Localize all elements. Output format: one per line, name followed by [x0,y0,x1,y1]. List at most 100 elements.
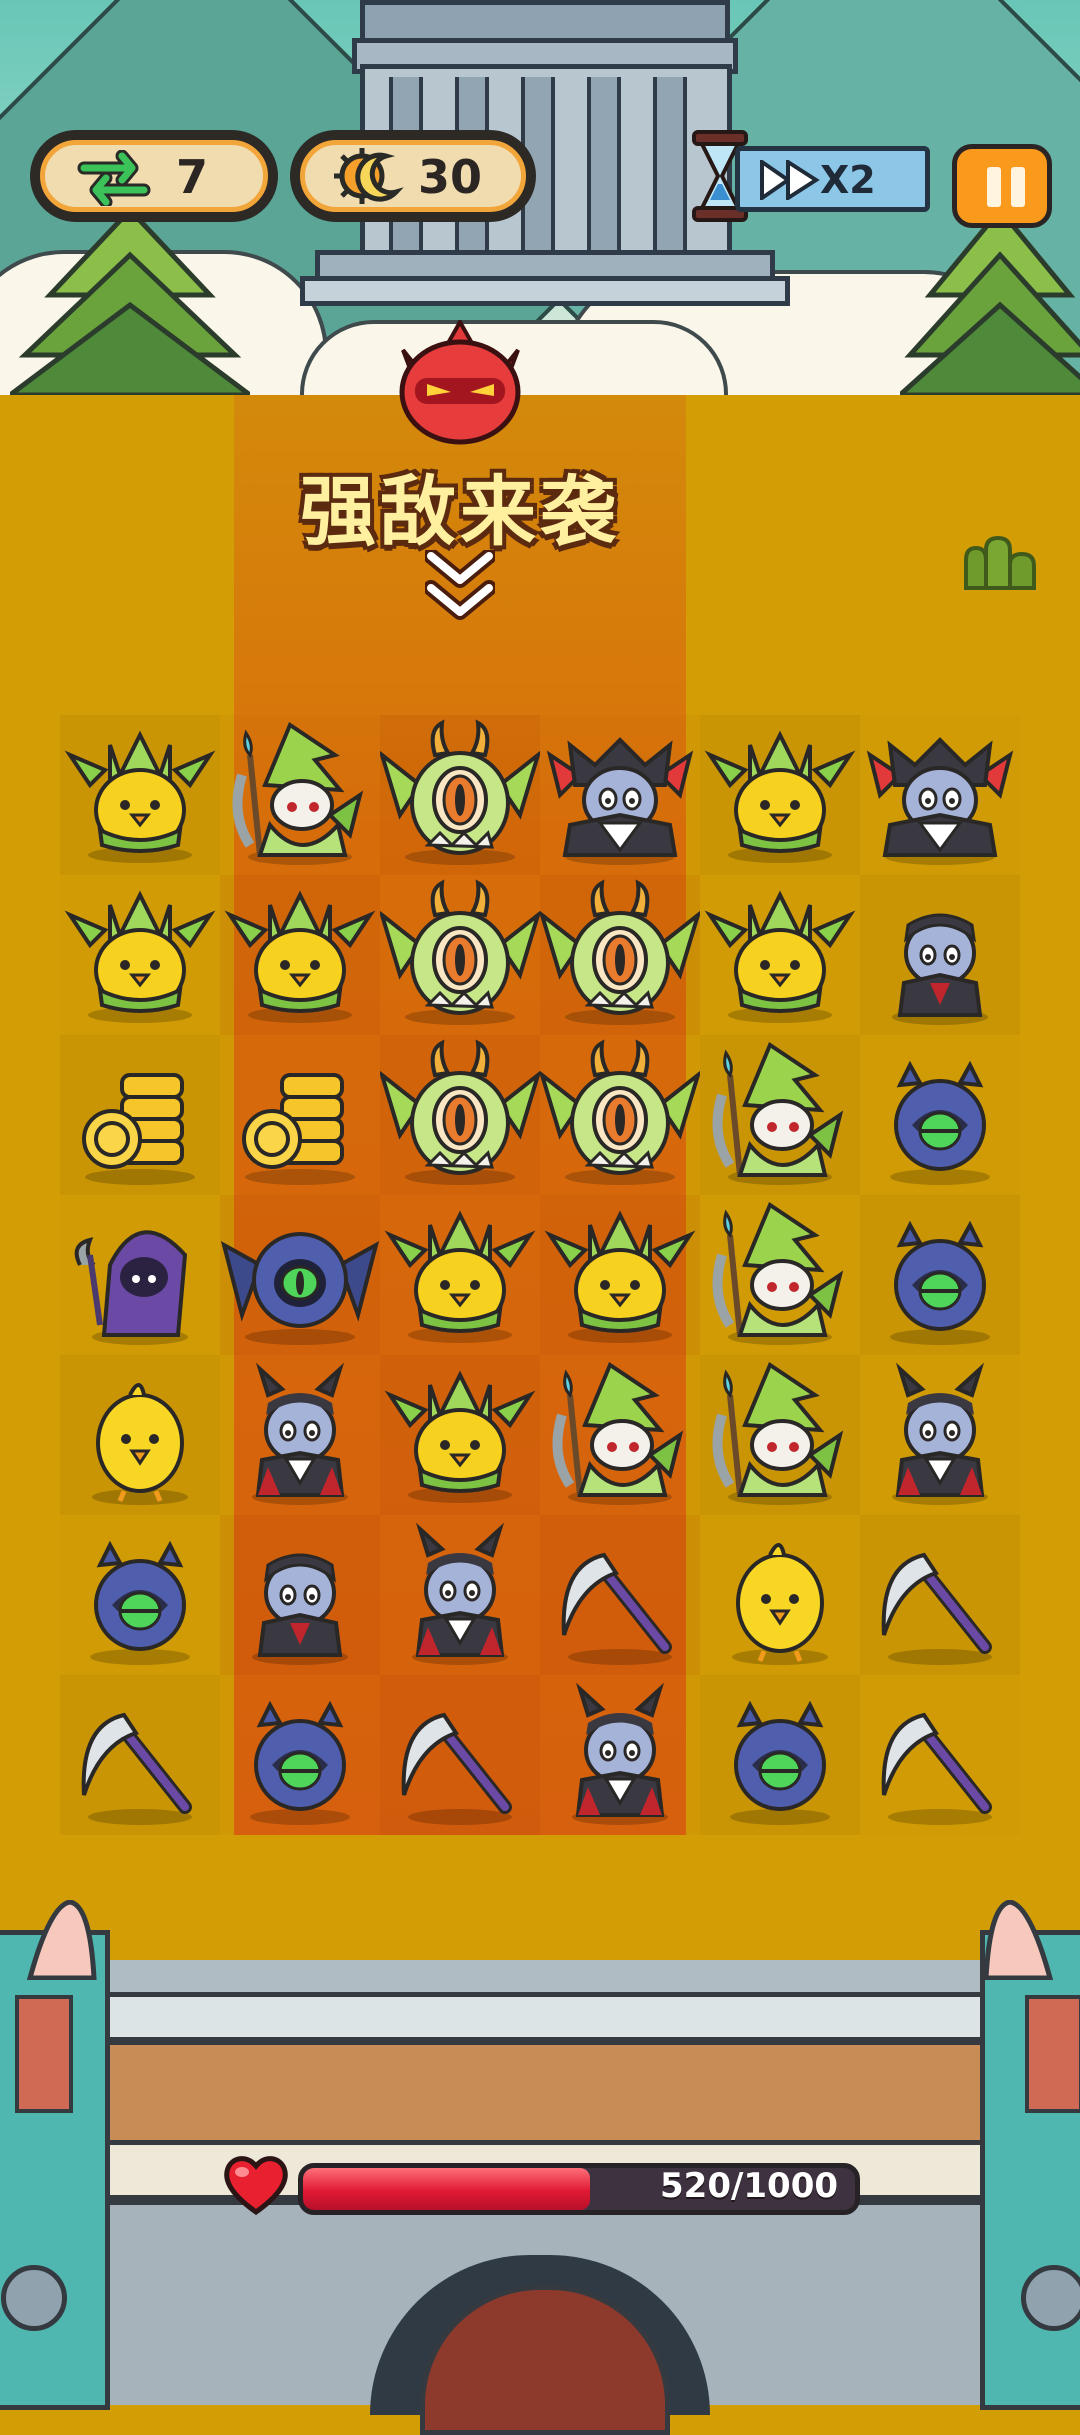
scythe-icon [561,1552,672,1665]
board-cell[interactable] [700,1035,860,1195]
board-cell[interactable] [220,1035,380,1195]
board-cell[interactable] [220,1675,380,1835]
board-cell[interactable] [860,1515,1020,1675]
board-cell[interactable] [60,875,220,1035]
board-cell[interactable] [60,1195,220,1355]
board-cell[interactable] [380,1035,540,1195]
blob-icon [730,1700,830,1825]
board-cell[interactable] [220,875,380,1035]
board-cell[interactable] [60,1035,220,1195]
board-cell[interactable] [700,1355,860,1515]
leaf-chick-icon [704,730,856,863]
wizard-icon [712,1361,844,1505]
chick-icon [92,1383,188,1505]
blob-icon [890,1060,990,1185]
swap-arrows-icon [77,150,151,206]
board-cell[interactable] [700,1195,860,1355]
scythe-icon [881,1552,992,1665]
dragon-icon [380,1039,540,1185]
enemy-warning-banner: 强敌来袭 [300,467,620,556]
swaps-counter: 7 [30,130,278,222]
pine-tree-left [10,206,250,395]
board-cell[interactable] [380,1515,540,1675]
tower-ear-right [983,1900,1054,1980]
board-cell[interactable] [700,715,860,875]
board-cell[interactable] [540,1515,700,1675]
board-cell[interactable] [540,875,700,1035]
board-cell[interactable] [380,1195,540,1355]
leaf-chick-icon [704,890,856,1023]
board-cell[interactable] [540,1035,700,1195]
dragon-icon [380,879,540,1025]
board-cell[interactable] [380,715,540,875]
board-cell[interactable] [700,1675,860,1835]
pause-button[interactable] [952,144,1052,228]
board-cell[interactable] [380,875,540,1035]
demon-head-icon [399,320,521,445]
board-cell[interactable] [60,1515,220,1675]
board-cell[interactable] [380,1355,540,1515]
board-cell[interactable] [220,1195,380,1355]
scythe-icon [81,1712,192,1825]
board-cell[interactable] [540,1195,700,1355]
dragon-icon [540,1039,700,1185]
leaf-chick-icon [384,1370,536,1503]
tower-ear-left [26,1900,97,1980]
board-cell[interactable] [60,1675,220,1835]
scythe-icon [401,1712,512,1825]
board-cell[interactable] [60,715,220,875]
board-cell[interactable] [860,1355,1020,1515]
board-cell[interactable] [540,715,700,875]
leaf-chick-icon [64,730,216,863]
energy-counter: 30 [290,130,536,222]
vampire-icon [572,1682,668,1825]
swaps-counter-body [40,140,268,212]
pine-tree-right [900,206,1080,395]
swaps-count: 7 [176,150,209,204]
board-cell[interactable] [380,1675,540,1835]
leaf-chick-icon [384,1210,536,1343]
board-cell[interactable] [860,875,1020,1035]
castle-tower-left [0,1930,110,2410]
tower-porthole [1,2265,67,2331]
dragon-icon [540,879,700,1025]
wizard-icon [552,1361,684,1505]
castle-tower-right [980,1930,1080,2410]
board-cell[interactable] [540,1675,700,1835]
tower-window [1025,1995,1080,2113]
board-cell[interactable] [700,875,860,1035]
castle-wood-band [100,2040,990,2145]
wizard-icon [712,1041,844,1185]
board-cell[interactable] [220,715,380,875]
board-cell[interactable] [220,1355,380,1515]
speed-label: X2 [820,158,876,202]
blob-icon [90,1540,190,1665]
board-cell[interactable] [540,1355,700,1515]
base-health-text: 520/1000 [660,2166,839,2206]
board-cell[interactable] [220,1515,380,1675]
board-cell[interactable] [860,1675,1020,1835]
grass-tuft [964,536,1036,590]
tower-window [15,1995,73,2113]
vampire-icon [892,1362,988,1505]
gear-moon-icon [334,148,404,204]
board-cell[interactable] [860,715,1020,875]
purple-reaper-icon [74,1230,188,1345]
scythe-icon [881,1712,992,1825]
bat-blob-icon [220,1232,380,1345]
vampire-boss-icon [546,737,694,865]
board-cell[interactable] [60,1355,220,1515]
vampire-small-icon [252,1553,348,1665]
wizard-icon [712,1201,844,1345]
wizard-icon [232,721,364,865]
vampire-small-icon [892,913,988,1025]
energy-count: 30 [418,150,483,204]
vampire-boss-icon [866,737,1014,865]
board-cell[interactable] [860,1195,1020,1355]
heart-icon [224,2156,288,2216]
board-cell[interactable] [860,1035,1020,1195]
board-cell[interactable] [700,1515,860,1675]
pause-bar-right [1011,167,1025,207]
blob-icon [250,1700,350,1825]
unit-grid [60,715,1020,1835]
